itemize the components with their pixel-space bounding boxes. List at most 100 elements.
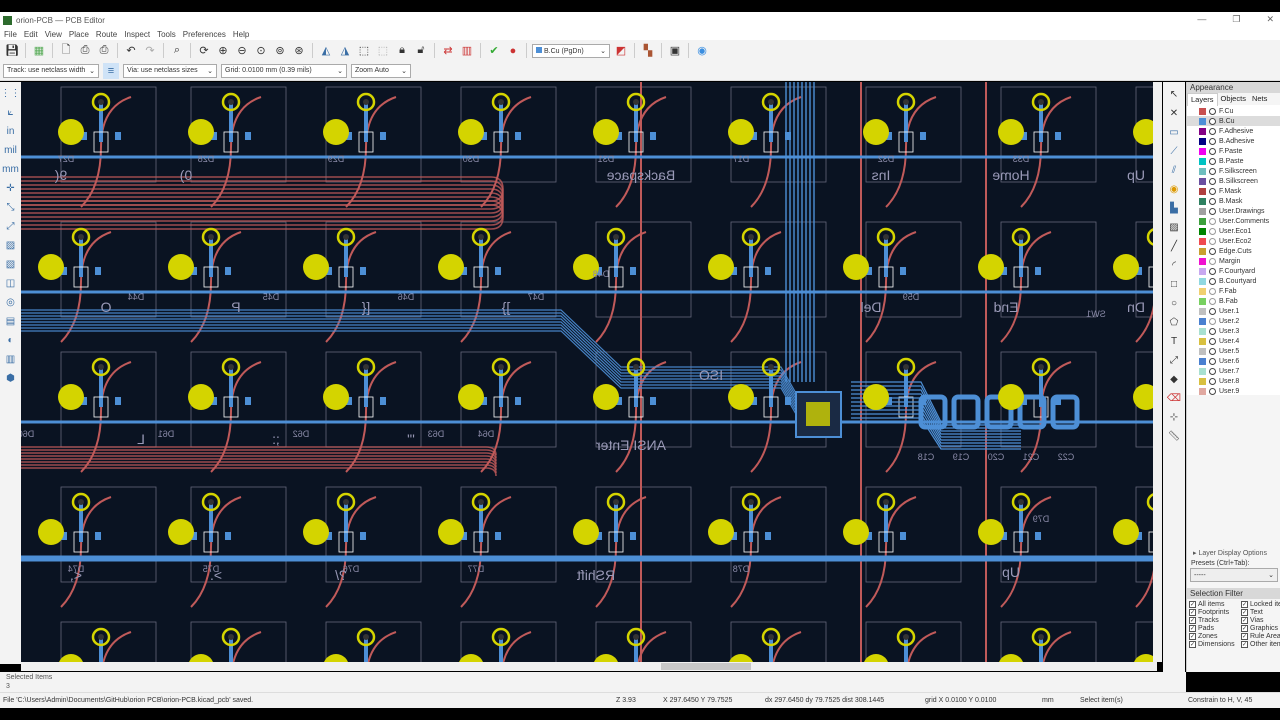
menu-place[interactable]: Place — [69, 30, 89, 39]
redo-icon[interactable]: ↷ — [142, 43, 158, 59]
polar-coords-icon[interactable]: ⟀ — [2, 104, 20, 121]
menu-route[interactable]: Route — [96, 30, 117, 39]
layer-row[interactable]: User.6 — [1187, 356, 1280, 366]
grid-select[interactable]: Grid: 0.0100 mm (0.39 mils) ⌄ — [221, 63, 347, 78]
checkbox-checked-icon[interactable]: ✓ — [1189, 633, 1196, 640]
eye-icon[interactable] — [1209, 367, 1216, 375]
checkbox-checked-icon[interactable]: ✓ — [1241, 633, 1248, 640]
appearance-panel-icon[interactable]: ⬢ — [2, 370, 20, 387]
eye-icon[interactable] — [1209, 347, 1216, 355]
find-icon[interactable]: ⌕ — [169, 43, 185, 59]
menu-file[interactable]: File — [4, 30, 17, 39]
layer-row[interactable]: B.Silkscreen — [1187, 176, 1280, 186]
eye-icon[interactable] — [1209, 197, 1216, 205]
layer-color-swatch[interactable] — [1199, 107, 1206, 115]
checkbox-checked-icon[interactable]: ✓ — [1241, 625, 1248, 632]
layer-color-swatch[interactable] — [1199, 367, 1206, 375]
layer-color-swatch[interactable] — [1199, 197, 1206, 205]
menu-help[interactable]: Help — [233, 30, 249, 39]
layer-row[interactable]: F.Paste — [1187, 146, 1280, 156]
menu-view[interactable]: View — [45, 30, 62, 39]
layer-row[interactable]: F.Silkscreen — [1187, 166, 1280, 176]
layer-color-swatch[interactable] — [1199, 187, 1206, 195]
filter-checkbox[interactable]: ✓Rule Areas — [1241, 633, 1280, 640]
layer-color-swatch[interactable] — [1199, 137, 1206, 145]
zoom-fit-icon[interactable]: ⊙ — [253, 43, 269, 59]
layer-color-swatch[interactable] — [1199, 127, 1206, 135]
eye-off-icon[interactable] — [1209, 237, 1216, 245]
filter-checkbox[interactable]: ✓ Vias — [1241, 617, 1280, 624]
minimize-button[interactable]: — — [1197, 14, 1206, 25]
eye-icon[interactable] — [1209, 247, 1216, 255]
menu-inspect[interactable]: Inspect — [124, 30, 150, 39]
pad-outline-icon[interactable]: ◫ — [2, 275, 20, 292]
scrollbar-thumb[interactable] — [661, 663, 751, 670]
filter-checkbox[interactable]: ✓ Footprints — [1189, 609, 1241, 616]
jlc-plugin-icon[interactable]: ◉ — [694, 43, 710, 59]
layer-pair-icon[interactable]: ◩ — [613, 43, 629, 59]
footprint-library-icon[interactable]: ▥ — [459, 43, 475, 59]
mm-units-icon[interactable]: mm — [2, 161, 20, 178]
ungroup-icon[interactable]: ⬚ — [375, 43, 391, 59]
eye-icon[interactable] — [1209, 267, 1216, 275]
eye-off-icon[interactable] — [1209, 227, 1216, 235]
eye-icon[interactable] — [1209, 307, 1216, 315]
layer-row[interactable]: User.1 — [1187, 306, 1280, 316]
layer-row[interactable]: F.Adhesive — [1187, 126, 1280, 136]
layer-color-swatch[interactable] — [1199, 257, 1206, 265]
zoom-out-icon[interactable]: ⊖ — [234, 43, 250, 59]
layer-color-swatch[interactable] — [1199, 157, 1206, 165]
eye-icon[interactable] — [1209, 147, 1216, 155]
measure-icon[interactable]: 📏︎ — [1166, 428, 1182, 444]
layer-row[interactable]: B.Paste — [1187, 156, 1280, 166]
track-width-select[interactable]: Track: use netclass width ⌄ — [3, 63, 99, 78]
add-dimension-icon[interactable]: ⤢ — [1166, 352, 1182, 368]
layer-color-swatch[interactable] — [1199, 147, 1206, 155]
eye-icon[interactable] — [1209, 157, 1216, 165]
zoom-selection-icon[interactable]: ⊛ — [291, 43, 307, 59]
eye-icon[interactable] — [1209, 337, 1216, 345]
rotate-ccw-icon[interactable]: ◭ — [318, 43, 334, 59]
local-ratsnest-icon[interactable]: ✕ — [1166, 105, 1182, 121]
layer-color-swatch[interactable] — [1199, 307, 1206, 315]
page-settings-icon[interactable]: 🗋︎ — [58, 43, 74, 59]
eye-icon[interactable] — [1209, 107, 1216, 115]
layer-display-options-toggle[interactable]: ▸ Layer Display Options — [1187, 547, 1280, 559]
eye-off-icon[interactable] — [1209, 297, 1216, 305]
vertical-scrollbar[interactable] — [1153, 82, 1162, 662]
tab-nets[interactable]: Nets — [1249, 93, 1270, 105]
checkbox-checked-icon[interactable]: ✓ — [1189, 617, 1196, 624]
filter-checkbox[interactable]: ✓Locked items — [1241, 601, 1280, 608]
layer-color-swatch[interactable] — [1199, 317, 1206, 325]
zoom-select[interactable]: Zoom Auto ⌄ — [351, 63, 411, 78]
layer-color-swatch[interactable] — [1199, 167, 1206, 175]
layer-row[interactable]: F.Fab — [1187, 286, 1280, 296]
layer-color-swatch[interactable] — [1199, 357, 1206, 365]
filter-checkbox[interactable]: ✓ Pads — [1189, 625, 1241, 632]
close-button[interactable]: ✕ — [1266, 14, 1274, 25]
layer-color-swatch[interactable] — [1199, 377, 1206, 385]
net-color-icon[interactable]: ▥ — [2, 351, 20, 368]
layer-color-swatch[interactable] — [1199, 267, 1206, 275]
plot-icon[interactable]: ⎙ — [96, 43, 112, 59]
layer-row[interactable]: User.8 — [1187, 376, 1280, 386]
presets-select[interactable]: ----- ⌄ — [1190, 568, 1278, 582]
draw-arc-icon[interactable]: ◜ — [1166, 257, 1182, 273]
layer-row[interactable]: F.Mask — [1187, 186, 1280, 196]
filter-checkbox[interactable]: ✓ Graphics — [1241, 625, 1280, 632]
auto-track-width-icon[interactable]: ≡ — [103, 62, 119, 79]
layer-color-swatch[interactable] — [1199, 227, 1206, 235]
eye-icon[interactable] — [1209, 357, 1216, 365]
eye-icon[interactable] — [1209, 137, 1216, 145]
checkbox-checked-icon[interactable]: ✓ — [1189, 625, 1196, 632]
eye-off-icon[interactable] — [1209, 257, 1216, 265]
eye-icon[interactable] — [1209, 327, 1216, 335]
layer-color-swatch[interactable] — [1199, 297, 1206, 305]
route-diff-pair-icon[interactable]: ⫽ — [1166, 162, 1182, 178]
filter-checkbox[interactable]: ✓Other items — [1241, 641, 1280, 648]
rotate-cw-icon[interactable]: ◮ — [337, 43, 353, 59]
scripting-icon[interactable]: ▚ — [640, 43, 656, 59]
add-footprint-icon[interactable]: ▭ — [1166, 124, 1182, 140]
layer-row[interactable]: B.Cu — [1187, 116, 1280, 126]
layer-row[interactable]: User.Comments — [1187, 216, 1280, 226]
